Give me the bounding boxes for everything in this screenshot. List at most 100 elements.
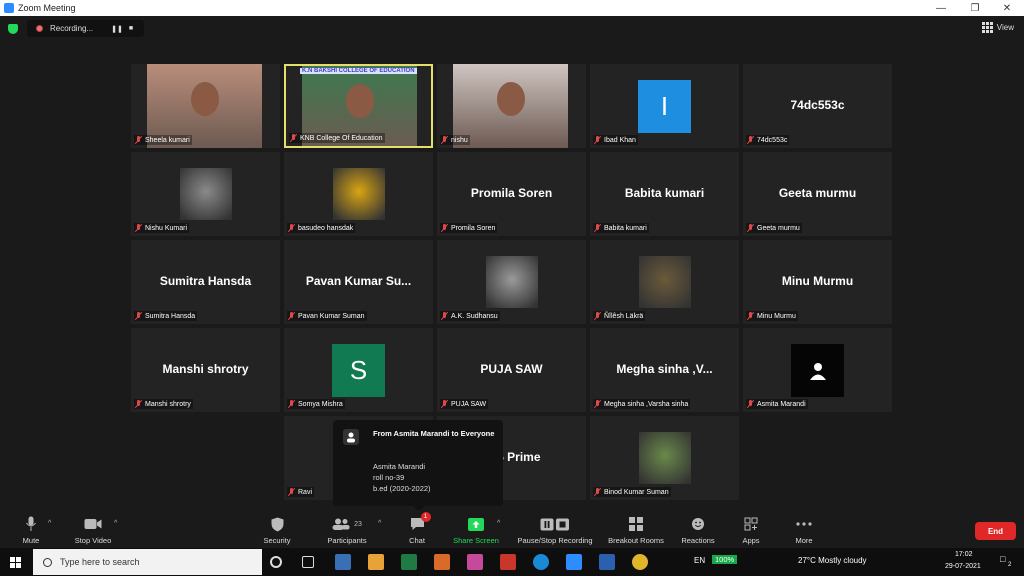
participant-display-name: Minu Murmu <box>781 274 854 288</box>
chat-label: Chat <box>409 536 425 545</box>
participant-tile[interactable]: I Ibad Khan <box>590 64 739 148</box>
excel-icon[interactable] <box>401 554 417 570</box>
chat-notification-popup[interactable]: From Asmita Marandi to Everyone Asmita M… <box>333 420 503 512</box>
muted-microphone-icon <box>288 400 295 408</box>
participant-name: Minu Murmu <box>757 312 796 320</box>
participant-name: Nishu Kumari <box>145 224 188 232</box>
share-options-chevron-icon[interactable]: ^ <box>497 520 500 527</box>
more-label: More <box>795 536 813 545</box>
participant-display-name: Manshi shrotry <box>162 362 249 376</box>
participant-name-label: Nishu Kumari <box>134 223 190 233</box>
participant-tile[interactable]: PUJA SAW PUJA SAW <box>437 328 586 412</box>
recording-label: Recording... <box>50 24 94 33</box>
participants-label: Participants <box>327 536 367 545</box>
store-icon[interactable] <box>368 554 384 570</box>
close-button[interactable]: ✕ <box>990 0 1024 16</box>
pause-recording-button[interactable]: ❚❚ <box>110 25 124 33</box>
participant-tile[interactable]: Ñîlêsh Läkrä <box>590 240 739 324</box>
minimize-button[interactable]: — <box>924 0 958 16</box>
participant-tile[interactable]: Megha sinha ,V... Megha sinha ,Varsha sin… <box>590 328 739 412</box>
muted-microphone-icon <box>594 488 601 496</box>
end-meeting-button[interactable]: End <box>975 522 1016 540</box>
more-dots-icon <box>796 516 812 532</box>
search-icon <box>43 557 52 567</box>
participant-tile[interactable]: nishu <box>437 64 586 148</box>
participant-tile[interactable]: Pavan Kumar Su... Pavan Kumar Suman <box>284 240 433 324</box>
security-shield-icon[interactable] <box>8 24 18 34</box>
chat-message-line: roll no-39 <box>373 473 405 482</box>
participant-name: Geeta murmu <box>757 224 800 232</box>
participant-name: PUJA SAW <box>451 400 487 408</box>
more-button[interactable]: More <box>764 516 844 545</box>
participant-name-label: Ñîlêsh Läkrä <box>593 311 646 321</box>
muted-microphone-icon <box>594 224 601 232</box>
participant-display-name: Pavan Kumar Su... <box>305 274 412 288</box>
participant-tile[interactable]: Geeta murmu Geeta murmu <box>743 152 892 236</box>
participant-tile[interactable]: S Somya Mishra <box>284 328 433 412</box>
participant-name: Manshi shrotry <box>145 400 191 408</box>
participant-tile[interactable]: 74dc553c 74dc553c <box>743 64 892 148</box>
participant-tile[interactable]: Nishu Kumari <box>131 152 280 236</box>
language-indicator[interactable]: EN <box>694 556 705 565</box>
participant-display-name: 74dc553c <box>790 98 845 112</box>
app-taskbar-icon[interactable] <box>467 554 483 570</box>
chat-sender-line: From Asmita Marandi to Everyone <box>373 429 495 438</box>
participant-tile[interactable]: Babita kumari Babita kumari <box>590 152 739 236</box>
task-view-icon[interactable] <box>302 556 314 568</box>
pause-stop-recording-button[interactable]: Pause/Stop Recording <box>515 516 595 545</box>
office-icon[interactable] <box>500 554 516 570</box>
participants-button[interactable]: 23 Participants <box>307 516 387 545</box>
app-taskbar-icon[interactable] <box>335 554 351 570</box>
participant-tile[interactable]: A.K. Sudhansu <box>437 240 586 324</box>
chat-message-line: Asmita Marandi <box>373 462 426 471</box>
notification-count: 2 <box>1008 562 1012 568</box>
audio-options-chevron-icon[interactable]: ^ <box>48 520 51 527</box>
participant-display-name: PUJA SAW <box>480 362 543 376</box>
participant-tile[interactable]: Promila Soren Promila Soren <box>437 152 586 236</box>
shield-icon <box>271 516 284 532</box>
chrome-icon[interactable] <box>632 554 648 570</box>
participant-tile[interactable]: Minu Murmu Minu Murmu <box>743 240 892 324</box>
share-screen-button[interactable]: Share Screen <box>436 516 516 545</box>
participant-tile[interactable]: Binod Kumar Suman <box>590 416 739 500</box>
view-button[interactable]: View <box>981 22 1014 33</box>
participant-display-name: Megha sinha ,V... <box>616 362 713 376</box>
windows-start-icon[interactable] <box>10 557 21 568</box>
participant-name-label: basudeo hansdak <box>287 223 356 233</box>
window-title: Zoom Meeting <box>18 3 76 13</box>
participant-tile[interactable]: Sumitra Hansda Sumitra Hansda <box>131 240 280 324</box>
restore-button[interactable]: ❐ <box>958 0 992 16</box>
stop-recording-button[interactable]: ■ <box>124 25 138 32</box>
stop-video-label: Stop Video <box>74 536 112 545</box>
participant-tile[interactable]: Manshi shrotry Manshi shrotry <box>131 328 280 412</box>
security-button[interactable]: Security <box>237 516 317 545</box>
battery-indicator[interactable]: 100% <box>712 555 738 564</box>
breakout-rooms-label: Breakout Rooms <box>608 536 664 545</box>
participant-name-label: 74dc553c <box>746 135 790 145</box>
sender-avatar-icon <box>343 429 359 445</box>
muted-microphone-icon <box>135 312 142 320</box>
clock-time[interactable]: 17:02 <box>955 551 973 558</box>
muted-microphone-icon <box>288 312 295 320</box>
taskbar-search-box[interactable]: Type here to search <box>33 549 262 575</box>
muted-microphone-icon <box>288 224 295 232</box>
participant-tile[interactable]: Asmita Marandi <box>743 328 892 412</box>
participant-name-label: A.K. Sudhansu <box>440 311 500 321</box>
windows-taskbar: Type here to search EN 100% 27°C Mostly … <box>0 548 1024 576</box>
app-taskbar-icon[interactable] <box>434 554 450 570</box>
participant-tile[interactable]: K.N BAKSHI COLLEGE OF EDUCATION KNB Colle… <box>284 64 433 148</box>
cortana-icon[interactable] <box>270 556 282 568</box>
reactions-label: Reactions <box>681 536 715 545</box>
participant-name-label: KNB College Of Education <box>289 133 385 143</box>
clock-date[interactable]: 29-07-2021 <box>945 563 981 570</box>
participant-display-name: Sumitra Hansda <box>159 274 252 288</box>
participant-tile[interactable]: basudeo hansdak <box>284 152 433 236</box>
notification-center-icon[interactable]: □ <box>1000 554 1005 564</box>
video-options-chevron-icon[interactable]: ^ <box>114 520 117 527</box>
weather-widget[interactable]: 27°C Mostly cloudy <box>798 556 867 565</box>
stop-video-button[interactable]: Stop Video <box>53 516 133 545</box>
edge-icon[interactable] <box>533 554 549 570</box>
zoom-taskbar-icon[interactable] <box>566 554 582 570</box>
participant-tile[interactable]: Sheela kumari <box>131 64 280 148</box>
word-icon[interactable] <box>599 554 615 570</box>
